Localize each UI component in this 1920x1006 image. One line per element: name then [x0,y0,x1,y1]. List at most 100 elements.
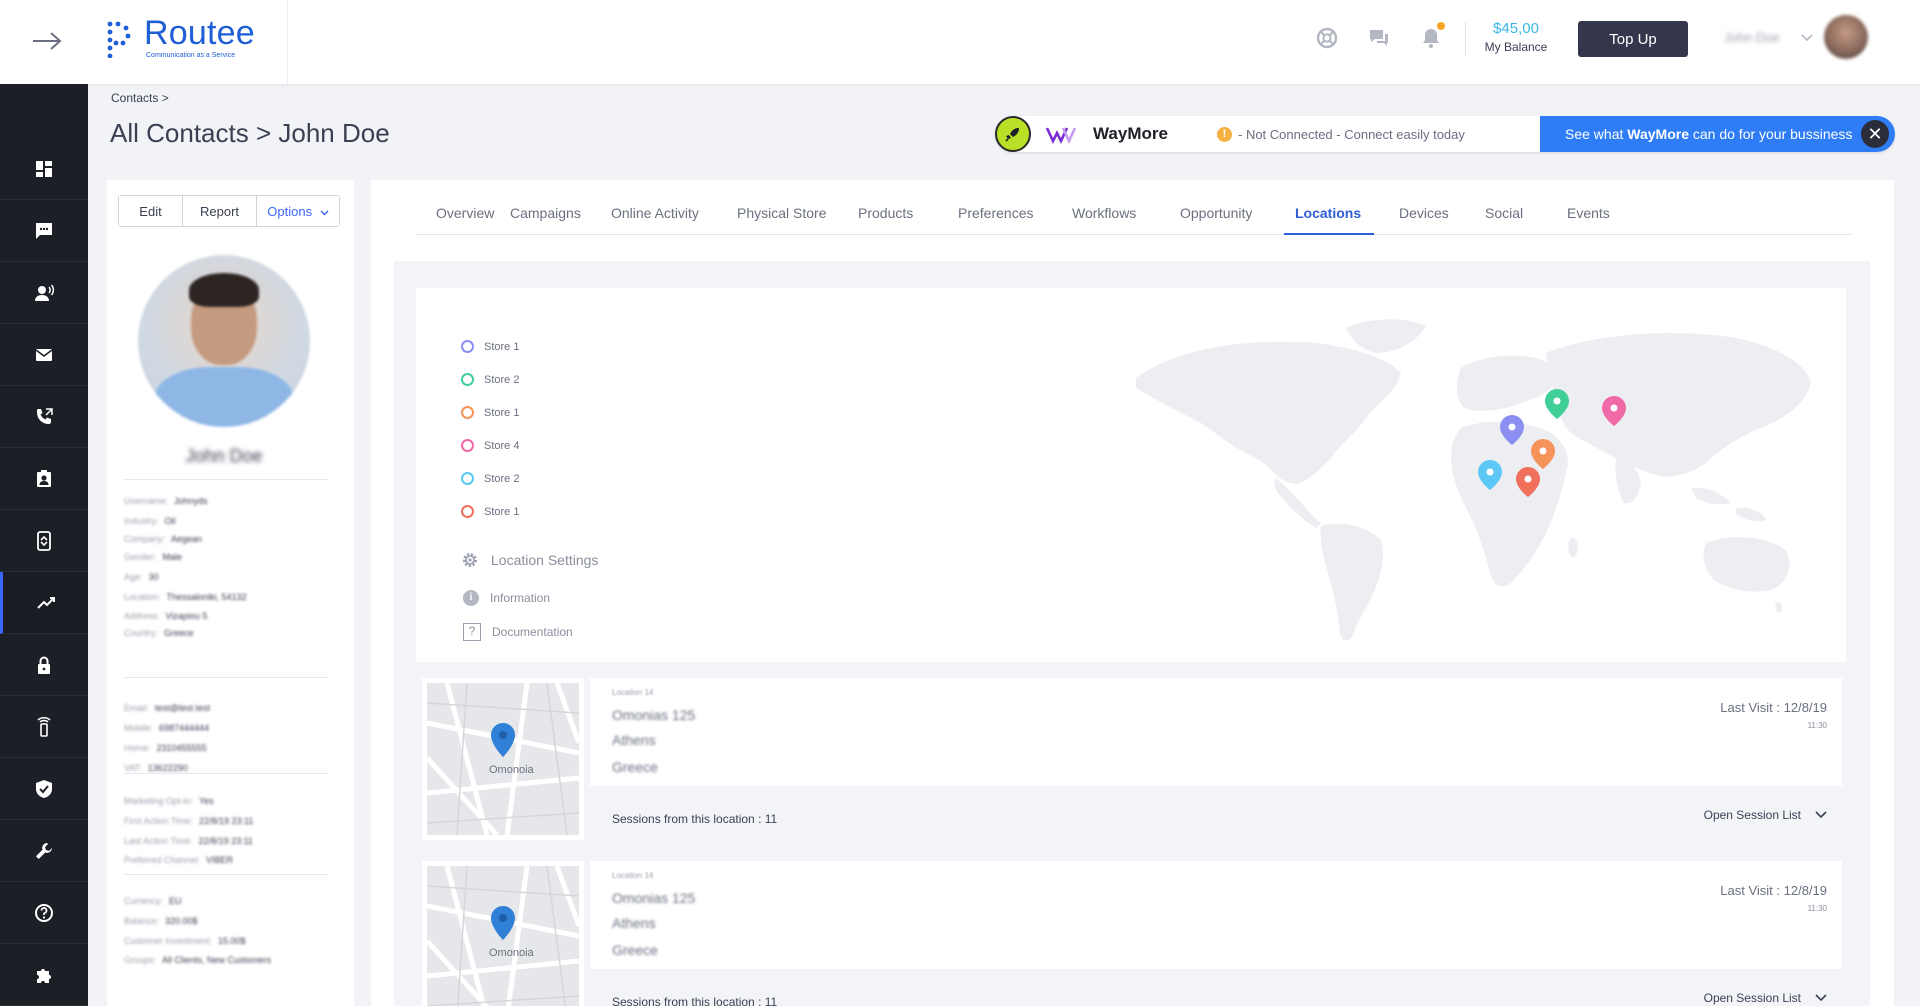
detail-value: Yes [199,796,214,806]
sidebar-item-verify[interactable] [0,758,88,820]
sidebar-item-devices[interactable] [0,696,88,758]
logo-text: Routee [144,14,255,52]
chevron-down-icon[interactable] [1800,33,1814,43]
analytics-icon [36,596,55,609]
sidebar [0,84,88,1006]
sidebar-item-security[interactable] [0,634,88,696]
location-country: Greece [612,942,658,958]
close-icon[interactable]: ✕ [1861,120,1889,148]
divider [124,773,329,774]
logo[interactable]: Routee Communication as a Service [88,0,288,84]
balance[interactable]: $45,00 My Balance [1478,20,1554,54]
legend-ring-icon [461,373,474,386]
support-icon[interactable] [1316,27,1338,49]
open-session-list-button[interactable]: Open Session List [1704,991,1827,1005]
sessions-count: Sessions from this location : 11 [612,812,778,826]
legend-item[interactable]: Store 1 [461,505,519,518]
detail-value: All Clients, New Customers [162,955,272,965]
breadcrumb[interactable]: Contacts > [111,91,169,105]
question-box-icon: ? [463,623,481,641]
location-sessions-bar: Sessions from this location : 11 Open Ses… [590,790,1842,840]
documentation-label: Documentation [492,625,573,639]
location-country: Greece [612,759,658,775]
contact-detail: Currency: EU [124,896,182,906]
active-tab-indicator [1284,233,1374,235]
help-icon [35,903,53,922]
sidebar-item-help[interactable] [0,882,88,944]
top-up-button[interactable]: Top Up [1578,21,1688,57]
tab-physical-store[interactable]: Physical Store [737,205,826,221]
location-settings-link[interactable]: Location Settings [461,551,598,569]
waymore-cta-prefix: See what [1565,126,1628,142]
last-visit-time: 11:30 [1807,904,1827,913]
user-name[interactable]: John Doe [1724,30,1780,45]
edit-button[interactable]: Edit [119,196,183,226]
contact-detail: Age: 30 [124,572,159,582]
open-session-list-button[interactable]: Open Session List [1704,808,1827,822]
notification-dot [1437,22,1445,30]
detail-label: Gender: [124,552,157,562]
detail-label: Address: [124,611,160,621]
tab-opportunity[interactable]: Opportunity [1180,205,1252,221]
sidebar-item-analytics[interactable] [0,572,88,634]
location-info: Location 14 Omonias 125 Athens Greece Last V… [590,861,1842,969]
legend-item[interactable]: Store 2 [461,472,519,485]
location-map-thumbnail[interactable]: Omonoia [422,861,584,1006]
bell-icon[interactable] [1420,27,1442,49]
tab-overview[interactable]: Overview [436,205,494,221]
user-avatar[interactable] [1824,15,1868,59]
sidebar-item-dashboard[interactable] [0,138,88,200]
sidebar-item-integrations[interactable] [0,944,88,1006]
balance-label: My Balance [1484,40,1548,54]
tab-workflows[interactable]: Workflows [1072,205,1136,221]
information-link[interactable]: i Information [463,590,550,606]
contact-detail: Company: Aegean [124,534,202,544]
sidebar-item-tools[interactable] [0,820,88,882]
sidebar-item-voice[interactable] [0,262,88,324]
detail-value: 22/8/19 23:11 [199,816,254,826]
sidebar-item-campaigns[interactable] [0,510,88,572]
report-button[interactable]: Report [183,196,257,226]
tab-locations[interactable]: Locations [1295,205,1361,221]
phone-icon [37,407,53,424]
location-label: Location 14 [612,688,654,697]
detail-label: Last Action Time: [124,836,193,846]
documentation-link[interactable]: ? Documentation [463,623,573,641]
legend-item[interactable]: Store 1 [461,406,519,419]
tab-preferences[interactable]: Preferences [958,205,1033,221]
sidebar-item-sms[interactable] [0,200,88,262]
routee-logo-icon [107,21,131,58]
legend-ring-icon [461,340,474,353]
legend-item[interactable]: Store 4 [461,439,519,452]
info-icon: i [463,590,479,606]
sms-icon [36,222,52,239]
tab-events[interactable]: Events [1567,205,1610,221]
sidebar-item-email[interactable] [0,324,88,386]
detail-label: Company: [124,534,166,544]
contact-detail: Gender: Male [124,552,182,562]
tab-campaigns[interactable]: Campaigns [510,205,581,221]
sidebar-item-phone[interactable] [0,386,88,448]
detail-label: VAT: [124,763,142,773]
tab-bar: Overview Campaigns Online Activity Physi… [416,180,1851,235]
tab-online-activity[interactable]: Online Activity [611,205,699,221]
tab-products[interactable]: Products [858,205,913,221]
options-dropdown[interactable]: Options [257,196,339,226]
tab-devices[interactable]: Devices [1399,205,1449,221]
detail-value: EU [169,896,182,906]
location-settings-label: Location Settings [491,552,599,568]
waymore-cta-button[interactable]: See what WayMore can do for your bussine… [1540,116,1895,152]
chat-icon[interactable] [1368,27,1390,49]
lock-icon [38,656,50,674]
legend-item[interactable]: Store 1 [461,340,519,353]
tab-social[interactable]: Social [1485,205,1523,221]
legend-item[interactable]: Store 2 [461,373,519,386]
contact-detail: Location: Thessaloniki, 54132 [124,592,247,602]
sidebar-item-contacts[interactable] [0,448,88,510]
location-map-thumbnail[interactable]: Omonoia [422,678,584,840]
locations-panel: Store 1 Store 2 Store 1 Store 4 Store 2 Store… [394,261,1870,1006]
arrow-right-icon[interactable] [30,26,64,56]
profile-card: Edit Report Options John Doe Username: Jo… [107,180,354,1006]
location-sessions-bar: Sessions from this location : 11 Open Ses… [590,973,1842,1006]
world-map[interactable] [1116,308,1816,658]
